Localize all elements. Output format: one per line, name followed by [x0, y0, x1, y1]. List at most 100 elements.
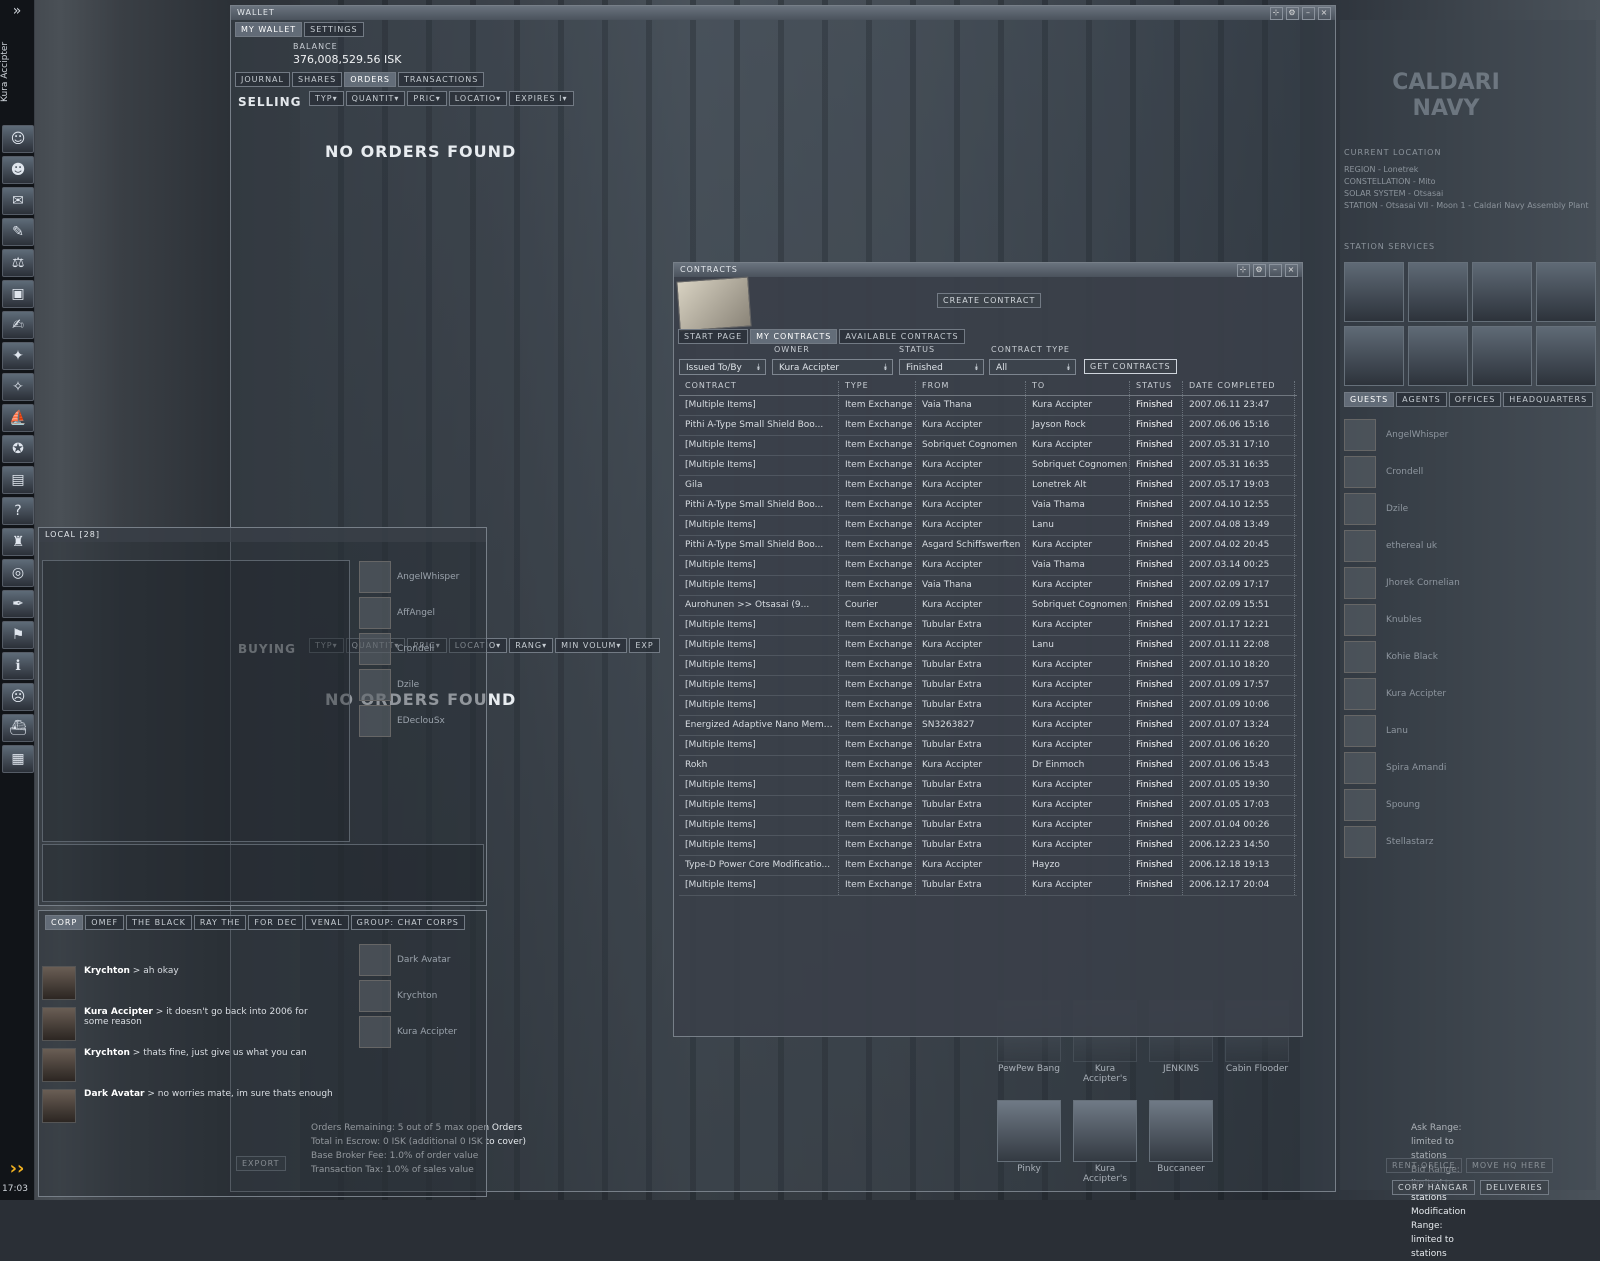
- local-member[interactable]: EDeclouSx: [359, 704, 471, 738]
- table-row[interactable]: Type-D Power Core Modificatio... Item Exc…: [679, 856, 1297, 876]
- station-service-icon[interactable]: [1536, 326, 1596, 386]
- close-icon[interactable]: ×: [1285, 264, 1298, 277]
- journal-icon[interactable]: ✍: [2, 311, 34, 339]
- table-row[interactable]: [Multiple Items] Item Exchange Kura Accipt…: [679, 456, 1297, 476]
- skills-icon[interactable]: ✪: [2, 435, 34, 463]
- column-header[interactable]: DATE COMPLETED: [1183, 381, 1295, 395]
- station-service-icon[interactable]: [1344, 262, 1404, 322]
- map-icon[interactable]: ✦: [2, 342, 34, 370]
- table-row[interactable]: [Multiple Items] Item Exchange Kura Accipt…: [679, 516, 1297, 536]
- buying-column-5[interactable]: MIN VOLUM▾: [555, 638, 628, 653]
- station-service-icon[interactable]: [1408, 326, 1468, 386]
- local-member[interactable]: Crondell: [359, 632, 471, 666]
- local-member[interactable]: AffAngel: [359, 596, 471, 630]
- portrait-icon[interactable]: ☹: [2, 683, 34, 711]
- buying-column-4[interactable]: RANG▾: [509, 638, 554, 653]
- tab-available-contracts[interactable]: AVAILABLE CONTRACTS: [839, 329, 965, 344]
- chat-tab[interactable]: RAY THE: [193, 915, 247, 930]
- owner-select[interactable]: Kura Accipter ⯯: [772, 359, 893, 375]
- chat-tab[interactable]: OMEF: [85, 915, 125, 930]
- selling-column-4[interactable]: EXPIRES I▾: [509, 91, 574, 106]
- buying-column-6[interactable]: EXP: [629, 638, 660, 653]
- tab-shares[interactable]: SHARES: [291, 72, 343, 87]
- guest-row[interactable]: Crondell: [1344, 455, 1584, 489]
- guest-row[interactable]: Lanu: [1344, 714, 1584, 748]
- local-member[interactable]: AngelWhisper: [359, 560, 471, 594]
- column-header[interactable]: TYPE: [839, 381, 916, 395]
- table-row[interactable]: [Multiple Items] Item Exchange Kura Accipt…: [679, 636, 1297, 656]
- corp-hangar-button[interactable]: CORP HANGAR: [1392, 1180, 1475, 1195]
- close-icon[interactable]: ×: [1318, 7, 1331, 20]
- guest-row[interactable]: Spoung: [1344, 788, 1584, 822]
- wallet-icon[interactable]: ▤: [2, 466, 34, 494]
- chat-tab[interactable]: FOR DEC: [248, 915, 304, 930]
- station-service-icon[interactable]: [1408, 262, 1468, 322]
- ships-hangar-icon[interactable]: ⛴: [2, 714, 34, 742]
- station-tab[interactable]: OFFICES: [1448, 392, 1502, 407]
- minimize-icon[interactable]: –: [1269, 264, 1282, 277]
- table-row[interactable]: [Multiple Items] Item Exchange Tubular Ext…: [679, 816, 1297, 836]
- minimize-icon[interactable]: –: [1302, 7, 1315, 20]
- selling-column-3[interactable]: LOCATIO▾: [448, 91, 508, 106]
- notepad-icon[interactable]: ✎: [2, 218, 34, 246]
- station-service-icon[interactable]: [1472, 262, 1532, 322]
- pin-icon[interactable]: ⊹: [1270, 7, 1283, 20]
- tab-my-contracts[interactable]: MY CONTRACTS: [750, 329, 838, 344]
- selling-column-2[interactable]: PRIC▾: [407, 91, 447, 106]
- ship-hangar-item[interactable]: Buccaneer: [1148, 1100, 1214, 1174]
- chat-member[interactable]: Krychton: [359, 979, 471, 1013]
- tab-journal[interactable]: JOURNAL: [235, 72, 290, 87]
- settings-icon[interactable]: ⚙: [1253, 264, 1266, 277]
- table-row[interactable]: [Multiple Items] Item Exchange Sobriquet C…: [679, 436, 1297, 456]
- guest-row[interactable]: Dzile: [1344, 492, 1584, 526]
- rent-office-button[interactable]: RENT OFFICE: [1386, 1158, 1462, 1173]
- chat-member[interactable]: Kura Accipter: [359, 1015, 471, 1049]
- local-titlebar[interactable]: LOCAL [28]: [39, 528, 486, 542]
- chat-tab[interactable]: GROUP: CHAT CORPS: [350, 915, 465, 930]
- column-header[interactable]: TO: [1026, 381, 1130, 395]
- get-contracts-button[interactable]: GET CONTRACTS: [1084, 359, 1177, 374]
- station-tab[interactable]: GUESTS: [1344, 392, 1395, 407]
- column-header[interactable]: CONTRACT: [679, 381, 839, 395]
- column-header[interactable]: STATUS: [1130, 381, 1183, 395]
- ship-hangar-item[interactable]: Kura Accipter's: [1072, 1100, 1138, 1184]
- people-icon[interactable]: ☻: [2, 156, 34, 184]
- ship-icon[interactable]: ⛵: [2, 404, 34, 432]
- guest-row[interactable]: AngelWhisper: [1344, 418, 1584, 452]
- tab-settings[interactable]: SETTINGS: [304, 22, 364, 37]
- contract-type-select[interactable]: All ⯯: [989, 359, 1076, 375]
- help-icon[interactable]: ?: [2, 497, 34, 525]
- station-service-icon[interactable]: [1472, 326, 1532, 386]
- table-row[interactable]: Energized Adaptive Nano Membr... Item Exc…: [679, 716, 1297, 736]
- table-row[interactable]: Gila Item Exchange Kura Accipter Lonetrek A…: [679, 476, 1297, 496]
- guest-row[interactable]: Knubles: [1344, 603, 1584, 637]
- fleet-icon[interactable]: ⚑: [2, 621, 34, 649]
- tab-my-wallet[interactable]: MY WALLET: [235, 22, 303, 37]
- status-select[interactable]: Finished ⯯: [899, 359, 984, 375]
- corporation-icon[interactable]: ♜: [2, 528, 34, 556]
- selling-column-1[interactable]: QUANTIT▾: [345, 91, 406, 106]
- table-row[interactable]: [Multiple Items] Item Exchange Tubular Ext…: [679, 696, 1297, 716]
- table-row[interactable]: Pithi A-Type Small Shield Boo... Item Exc…: [679, 536, 1297, 556]
- table-row[interactable]: [Multiple Items] Item Exchange Tubular Ext…: [679, 656, 1297, 676]
- table-row[interactable]: [Multiple Items] Item Exchange Vaia Thana K…: [679, 576, 1297, 596]
- table-row[interactable]: Rokh Item Exchange Kura Accipter Dr Einmoch…: [679, 756, 1297, 776]
- assets-icon[interactable]: ▣: [2, 280, 34, 308]
- local-input[interactable]: [42, 844, 484, 902]
- pin-icon[interactable]: ⊹: [1237, 264, 1250, 277]
- guest-row[interactable]: Spira Amandi: [1344, 751, 1584, 785]
- table-row[interactable]: Pithi A-Type Small Shield Boo... Item Exc…: [679, 496, 1297, 516]
- settings-icon[interactable]: ⚙: [1286, 7, 1299, 20]
- guest-row[interactable]: Kura Accipter: [1344, 677, 1584, 711]
- table-row[interactable]: [Multiple Items] Item Exchange Kura Accipt…: [679, 556, 1297, 576]
- table-row[interactable]: Aurohunen >> Otsasai (9... Courier Kura Ac…: [679, 596, 1297, 616]
- table-row[interactable]: [Multiple Items] Item Exchange Tubular Ext…: [679, 876, 1297, 896]
- selling-column-0[interactable]: TYP▾: [309, 91, 344, 106]
- browser-icon[interactable]: ◎: [2, 559, 34, 587]
- issued-to-by-select[interactable]: Issued To/By ⯯: [679, 359, 766, 375]
- deliveries-button[interactable]: DELIVERIES: [1480, 1180, 1549, 1195]
- guest-row[interactable]: ethereal uk: [1344, 529, 1584, 563]
- create-contract-button[interactable]: CREATE CONTRACT: [937, 293, 1042, 308]
- table-row[interactable]: [Multiple Items] Item Exchange Tubular Ext…: [679, 736, 1297, 756]
- contracts-icon[interactable]: ✒: [2, 590, 34, 618]
